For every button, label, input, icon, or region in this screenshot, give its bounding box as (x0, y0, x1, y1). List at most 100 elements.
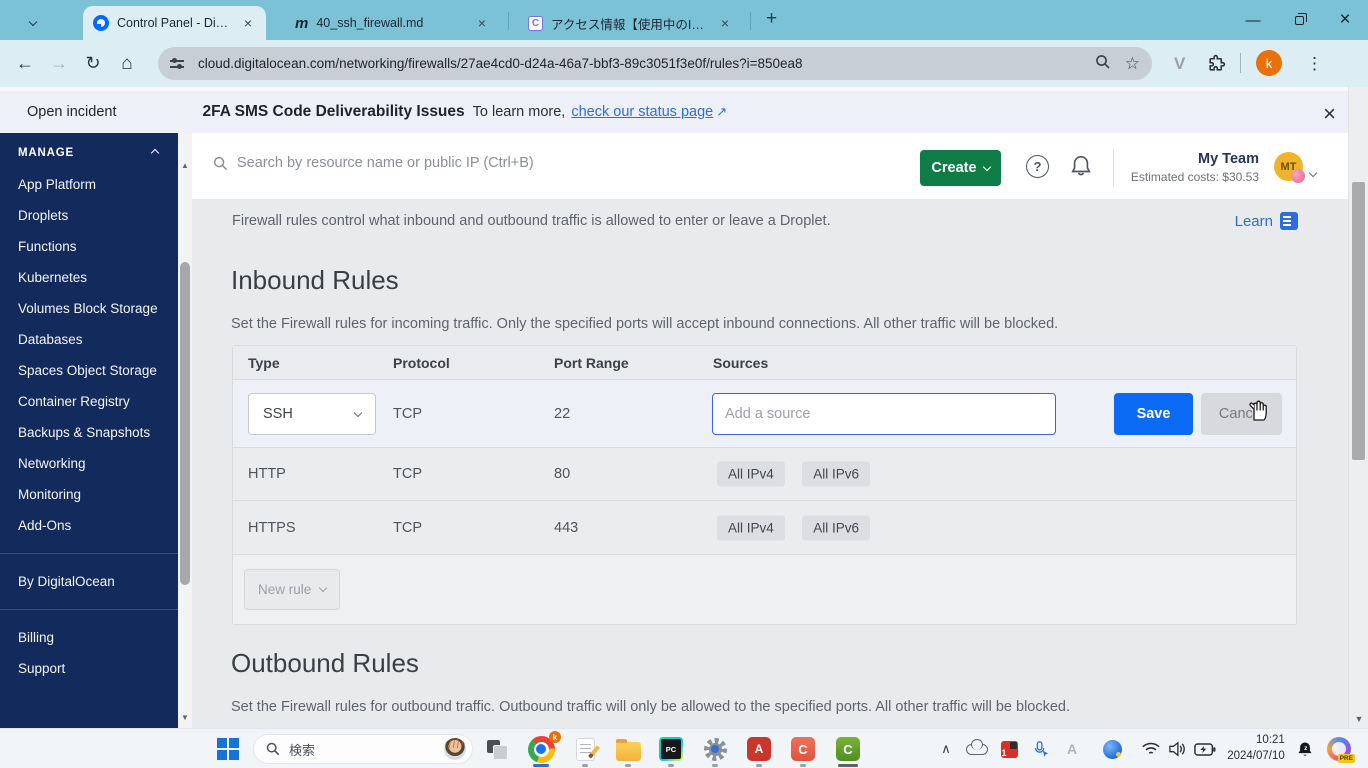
new-rule-select[interactable]: New rule (244, 569, 340, 610)
sphere-app-icon (1102, 739, 1122, 759)
create-button[interactable]: Create (920, 150, 1001, 186)
sidebar-item-billing[interactable]: Billing (0, 622, 178, 653)
microphone-tray-button[interactable] (1026, 729, 1056, 768)
sidebar-section-by-digitalocean[interactable]: By DigitalOcean (0, 566, 178, 597)
sidebar-item-backups[interactable]: Backups & Snapshots (0, 417, 178, 448)
close-button[interactable]: × (1322, 0, 1368, 40)
active-indicator (533, 764, 549, 767)
resource-search[interactable] (213, 155, 833, 171)
notepad-taskbar-button[interactable] (570, 729, 600, 768)
sidebar-item-functions[interactable]: Functions (0, 231, 178, 262)
chevron-down-icon[interactable] (1308, 163, 1318, 181)
page-scrollbar[interactable]: ▼ (1348, 87, 1368, 728)
sidebar-item-networking[interactable]: Networking (0, 448, 178, 479)
sidebar-divider (0, 553, 178, 554)
forward-icon[interactable]: → (42, 53, 76, 74)
chrome-taskbar-button[interactable]: k (524, 729, 561, 768)
restore-button[interactable] (1276, 0, 1322, 40)
tab-access-info[interactable]: C アクセス情報【使用中のIPアドレス確 × (518, 6, 743, 40)
task-view-button[interactable] (482, 729, 512, 768)
sidebar-item-container-registry[interactable]: Container Registry (0, 386, 178, 417)
sidebar-item-support[interactable]: Support (0, 653, 178, 684)
scroll-up-icon[interactable]: ▲ (178, 161, 192, 170)
sidebar-item-add-ons[interactable]: Add-Ons (0, 510, 178, 541)
settings-gear-icon (703, 737, 727, 761)
sphere-app-tray-button[interactable] (1098, 729, 1126, 768)
home-icon[interactable]: ⌂ (110, 53, 144, 75)
red-app-tray-button[interactable] (996, 729, 1022, 768)
tab-close-icon[interactable]: × (717, 14, 733, 32)
taskbar-search[interactable]: 検索 (253, 734, 473, 764)
add-source-input[interactable] (712, 393, 1056, 435)
sidebar-item-droplets[interactable]: Droplets (0, 200, 178, 231)
url-text[interactable]: cloud.digitalocean.com/networking/firewa… (198, 56, 1081, 71)
sidebar-item-databases[interactable]: Databases (0, 324, 178, 355)
v-extension-icon[interactable]: V (1174, 54, 1185, 74)
pycharm-taskbar-button[interactable]: PC (656, 729, 686, 768)
extensions-puzzle-icon[interactable] (1207, 54, 1226, 78)
cancel-button[interactable]: Cancel (1201, 393, 1282, 435)
acrobat-taskbar-button[interactable]: A (744, 729, 774, 768)
source-badge-ipv6[interactable]: All IPv6 (802, 461, 871, 487)
sidebar-item-volumes[interactable]: Volumes Block Storage (0, 293, 178, 324)
sidebar-item-monitoring[interactable]: Monitoring (0, 479, 178, 510)
sidebar-item-kubernetes[interactable]: Kubernetes (0, 262, 178, 293)
sidebar-section-manage[interactable]: MANAGE (0, 133, 178, 169)
source-badge-ipv4[interactable]: All IPv4 (717, 515, 785, 540)
sidebar-scroll-thumb[interactable] (180, 262, 190, 585)
a-app-tray-button[interactable]: A (1060, 729, 1084, 768)
team-avatar[interactable]: MT (1274, 152, 1305, 183)
back-icon[interactable]: ← (8, 53, 42, 74)
sidebar-item-app-platform[interactable]: App Platform (0, 169, 178, 200)
volume-icon (1169, 741, 1185, 757)
minimize-button[interactable]: — (1230, 0, 1276, 40)
settings-taskbar-button[interactable] (700, 729, 730, 768)
battery-tray-button[interactable] (1190, 729, 1220, 768)
clock-tray-button[interactable]: 10:21 2024/07/10 (1222, 729, 1290, 768)
start-button[interactable] (214, 729, 242, 768)
onedrive-tray-button[interactable] (962, 729, 992, 768)
scroll-down-icon[interactable]: ▼ (178, 713, 192, 722)
copilot-tray-button[interactable]: PRE (1322, 729, 1356, 768)
status-page-link[interactable]: check our status page (571, 104, 713, 120)
sidebar-item-spaces[interactable]: Spaces Object Storage (0, 355, 178, 386)
bookmark-star-icon[interactable]: ☆ (1125, 54, 1140, 74)
page-scroll-thumb[interactable] (1352, 182, 1365, 460)
banner-close-icon[interactable]: × (1323, 103, 1336, 125)
sidebar-scrollbar[interactable]: ▲ ▼ (178, 133, 192, 728)
learn-label[interactable]: Learn (1235, 213, 1273, 230)
source-badge-ipv6[interactable]: All IPv6 (802, 515, 871, 540)
tab-ssh-firewall[interactable]: m 40_ssh_firewall.md × (285, 6, 500, 40)
volume-tray-button[interactable] (1164, 729, 1190, 768)
camtasia-orange-taskbar-button[interactable]: C (788, 729, 818, 768)
notifications-bell-icon[interactable] (1070, 154, 1092, 183)
tab-search-chevron-icon[interactable] (28, 12, 38, 30)
help-icon[interactable]: ? (1026, 155, 1049, 178)
save-button[interactable]: Save (1114, 393, 1193, 435)
manage-label: MANAGE (18, 147, 74, 159)
search-input[interactable] (237, 155, 797, 171)
focus-assist-tray-button[interactable]: z (1292, 729, 1318, 768)
source-badge-ipv4[interactable]: All IPv4 (717, 461, 785, 487)
learn-link[interactable]: Learn (1235, 212, 1298, 230)
tab-close-icon[interactable]: × (240, 14, 256, 32)
camtasia-green-taskbar-button[interactable]: C (832, 729, 864, 768)
browser-menu-icon[interactable]: ⋮ (1306, 54, 1323, 74)
tray-expand-button[interactable]: ∧ (934, 729, 958, 768)
tab-control-panel[interactable]: Control Panel - DigitalOcean × (83, 6, 266, 40)
team-info[interactable]: My Team Estimated costs: $30.53 (1129, 151, 1259, 184)
profile-avatar[interactable]: k (1256, 50, 1282, 76)
zoom-page-icon[interactable] (1095, 54, 1111, 74)
site-info-icon[interactable] (170, 56, 186, 72)
incident-title: 2FA SMS Code Deliverability Issues (202, 103, 465, 120)
reload-icon[interactable]: ↻ (76, 53, 110, 74)
tab-close-icon[interactable]: × (474, 14, 490, 32)
address-bar[interactable]: cloud.digitalocean.com/networking/firewa… (158, 47, 1152, 80)
wifi-tray-button[interactable] (1138, 729, 1164, 768)
new-tab-button[interactable]: + (758, 8, 785, 30)
scroll-down-icon[interactable]: ▼ (1349, 714, 1368, 724)
file-explorer-taskbar-button[interactable] (613, 729, 643, 768)
tab-title: アクセス情報【使用中のIPアドレス確 (551, 17, 709, 32)
inbound-rules-table: Type Protocol Port Range Sources SSH TCP… (232, 345, 1297, 625)
rule-type-select[interactable]: SSH (248, 393, 376, 435)
